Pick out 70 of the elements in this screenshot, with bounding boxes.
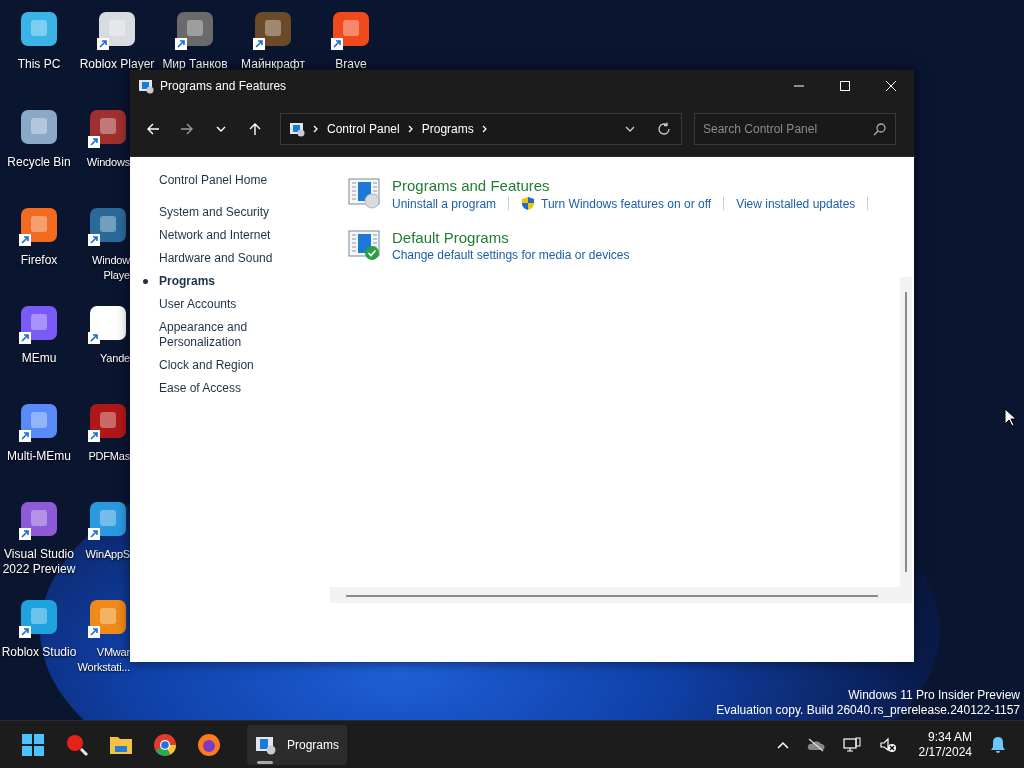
close-icon bbox=[885, 79, 897, 92]
desktop-icon-label[interactable]: This PC bbox=[17, 57, 61, 72]
sidebar-link[interactable]: Ease of Access bbox=[159, 381, 242, 396]
program-window-disc-icon bbox=[348, 177, 382, 209]
horizontal-scrollbar[interactable] bbox=[330, 587, 912, 603]
program-window-check-icon bbox=[348, 229, 382, 261]
sidebar-link[interactable]: Hardware and Sound bbox=[159, 251, 273, 266]
desktop-icon-label[interactable]: WinAppS bbox=[85, 547, 130, 562]
dropdown-icon[interactable] bbox=[625, 124, 635, 133]
vertical-scrollbar[interactable] bbox=[900, 277, 912, 587]
control-panel-icon bbox=[289, 120, 305, 137]
search-field[interactable]: Search Control Panel bbox=[694, 112, 896, 145]
desktop-icon-label[interactable]: Майнкрафт bbox=[241, 57, 305, 72]
desktop-icon-label[interactable]: Yande bbox=[100, 351, 130, 366]
watermark-text: Evaluation copy. Build 26040.rs_prerelease.240122-1157 bbox=[716, 703, 1020, 718]
refresh-icon[interactable] bbox=[657, 121, 671, 136]
breadcrumb-item[interactable]: Control Panel bbox=[327, 121, 400, 136]
sidebar-link[interactable]: Programs bbox=[159, 274, 216, 289]
breadcrumb-item[interactable]: Programs bbox=[421, 121, 474, 136]
desktop-icon-label[interactable]: PDFMas bbox=[88, 449, 130, 464]
arrow-up-icon bbox=[248, 121, 262, 136]
chevron-up-icon[interactable] bbox=[776, 740, 789, 749]
desktop-icon-label[interactable]: Brave bbox=[335, 57, 367, 72]
speaker-muted-icon[interactable] bbox=[878, 736, 897, 753]
control-panel-icon bbox=[255, 734, 277, 755]
clock-date[interactable]: 2/17/2024 bbox=[918, 744, 972, 760]
sidebar-link[interactable]: Network and Internet bbox=[159, 228, 271, 243]
desktop-icon-label[interactable]: VMwar Workstati... bbox=[77, 645, 130, 675]
desktop-icon-label[interactable]: Windows bbox=[86, 155, 130, 170]
arrow-left-icon bbox=[146, 121, 160, 136]
bell-icon[interactable] bbox=[990, 735, 1006, 754]
cloud-off-icon[interactable] bbox=[806, 737, 825, 752]
chevron-icon bbox=[481, 124, 488, 133]
clock-time[interactable]: 9:34 AM bbox=[927, 729, 972, 745]
chevron-down-icon bbox=[216, 124, 226, 133]
chevron-icon bbox=[313, 124, 319, 133]
desktop-icon-label[interactable]: MEmu bbox=[21, 351, 57, 366]
task-link[interactable]: View installed updates bbox=[736, 196, 856, 211]
desktop-icon-label[interactable]: Visual Studio 2022 Preview bbox=[1, 547, 77, 577]
maximize-icon bbox=[839, 79, 851, 92]
category-heading-link[interactable]: Default Programs bbox=[392, 229, 630, 247]
control-panel-icon bbox=[138, 77, 154, 94]
desktop-icon-label[interactable]: Мир Танков bbox=[162, 57, 228, 72]
desktop-icon-label[interactable]: Recycle Bin bbox=[7, 155, 71, 170]
sidebar-link[interactable]: User Accounts bbox=[159, 297, 237, 312]
taskbar-app-button[interactable]: Programs bbox=[247, 724, 347, 765]
chrome-icon[interactable] bbox=[153, 732, 177, 757]
sidebar-link[interactable]: Clock and Region bbox=[159, 358, 254, 373]
desktop-icon-label[interactable]: Roblox Studio bbox=[1, 645, 77, 660]
search-icon[interactable] bbox=[65, 732, 89, 757]
task-link[interactable]: Change default settings for media or devices bbox=[392, 248, 630, 262]
network-icon[interactable] bbox=[842, 736, 861, 753]
search-icon bbox=[873, 122, 886, 136]
address-bar[interactable]: Control Panel Programs bbox=[280, 112, 682, 145]
sidebar-link[interactable]: Control Panel Home bbox=[159, 173, 320, 187]
desktop-icon-label[interactable]: Multi-MEmu bbox=[7, 449, 71, 464]
mouse-pointer-icon bbox=[1004, 408, 1016, 427]
sidebar-link[interactable]: Appearance and Personalization bbox=[159, 320, 320, 350]
arrow-right-icon bbox=[180, 121, 194, 136]
task-link[interactable]: Uninstall a program bbox=[392, 196, 497, 211]
desktop-icon-label[interactable]: Roblox Player bbox=[79, 57, 155, 72]
watermark-text: Windows 11 Pro Insider Preview bbox=[848, 688, 1020, 703]
task-link[interactable]: Turn Windows features on or off bbox=[541, 196, 712, 211]
category-heading-link[interactable]: Programs and Features bbox=[392, 177, 875, 195]
chevron-icon bbox=[407, 124, 414, 133]
desktop-icon-label[interactable]: Firefox bbox=[20, 253, 58, 268]
start-windows-logo-icon[interactable] bbox=[21, 732, 45, 757]
sidebar-link[interactable]: System and Security bbox=[159, 205, 270, 220]
window-title: Programs and Features bbox=[160, 78, 287, 93]
desktop-icon-label[interactable]: Window Playe bbox=[78, 253, 130, 283]
